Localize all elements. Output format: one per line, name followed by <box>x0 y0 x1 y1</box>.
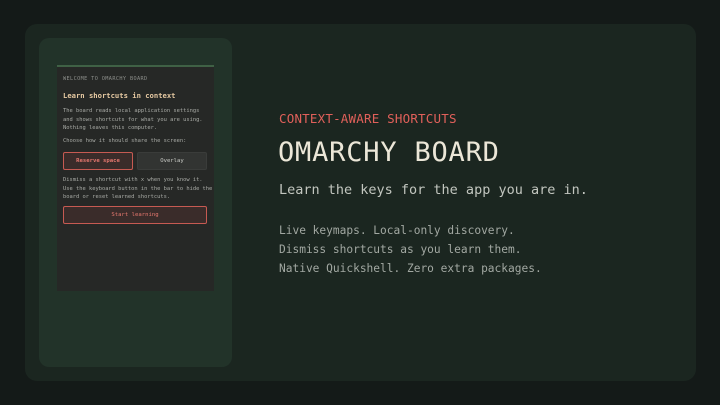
onboarding-help-text: Dismiss a shortcut with x when you know … <box>63 177 213 200</box>
hero-kicker: CONTEXT-AWARE SHORTCUTS <box>279 111 457 126</box>
hero-subtitle: Learn the keys for the app you are in. <box>279 182 588 198</box>
feature-item: Native Quickshell. Zero extra packages. <box>279 262 542 275</box>
hero-title: OMARCHY BOARD <box>278 137 500 168</box>
onboarding-window: WELCOME TO OMARCHY BOARD Learn shortcuts… <box>57 65 214 291</box>
share-screen-prompt: Choose how it should share the screen: <box>63 138 187 144</box>
start-learning-button[interactable]: Start learning <box>63 206 207 224</box>
feature-item: Live keymaps. Local-only discovery. <box>279 224 515 237</box>
feature-list: Live keymaps. Local-only discovery. Dism… <box>279 221 542 278</box>
onboarding-description: The board reads local application settin… <box>63 108 203 131</box>
onboarding-kicker: WELCOME TO OMARCHY BOARD <box>63 76 148 82</box>
feature-item: Dismiss shortcuts as you learn them. <box>279 243 522 256</box>
reserve-space-button[interactable]: Reserve space <box>63 152 133 170</box>
overlay-button[interactable]: Overlay <box>137 152 207 170</box>
onboarding-title: Learn shortcuts in context <box>63 91 176 100</box>
